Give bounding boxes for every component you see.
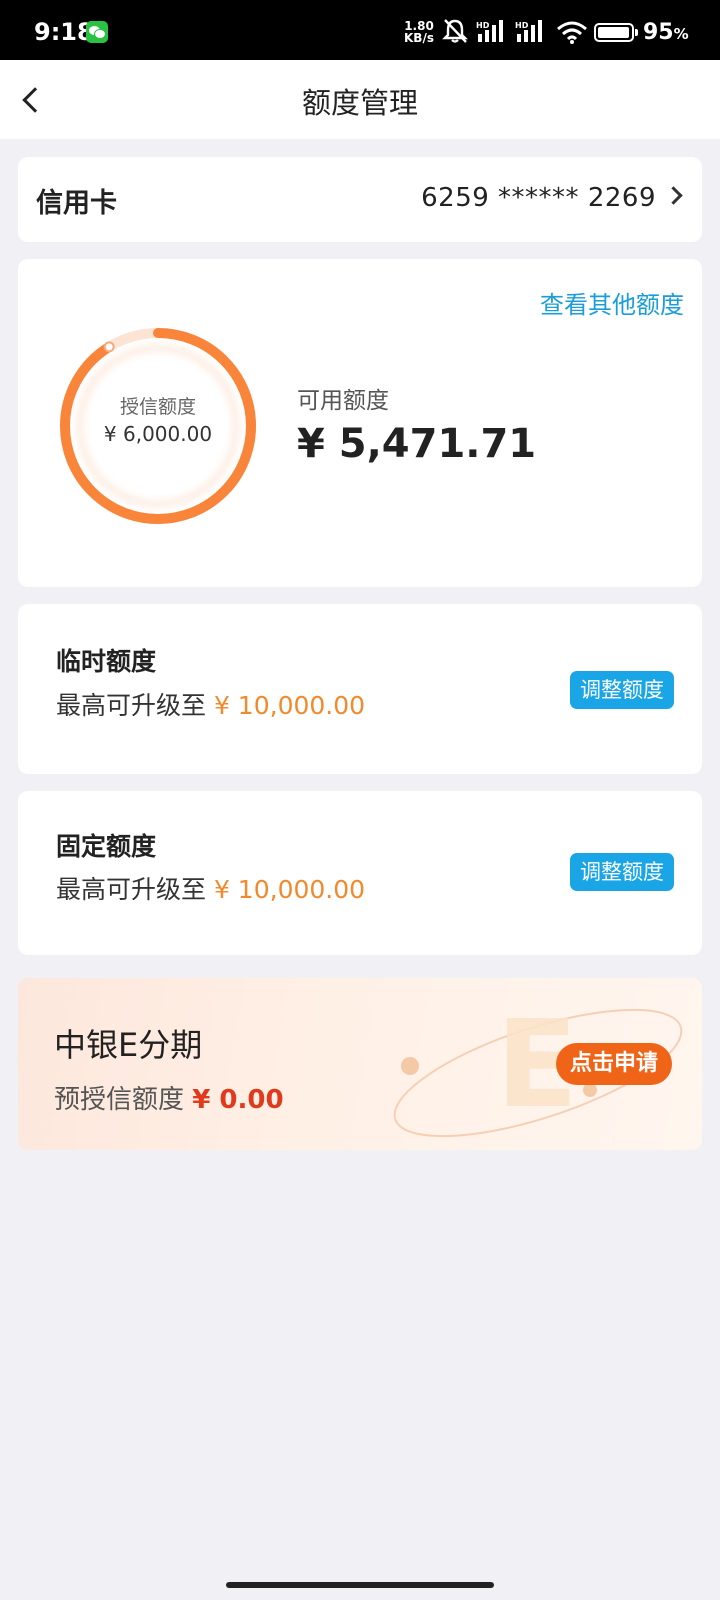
- preapproved-limit: 预授信额度 ¥ 0.00: [54, 1085, 284, 1115]
- temporary-limit-desc: 最高可升级至 ¥ 10,000.00: [56, 691, 366, 720]
- status-bar: 9:18 1.80 KB/s HD HD 95%: [0, 0, 720, 60]
- temporary-limit-amount: ¥ 10,000.00: [213, 691, 366, 720]
- adjust-fixed-limit-button[interactable]: 调整额度: [570, 853, 674, 891]
- page-title: 额度管理: [301, 86, 418, 120]
- fixed-limit-amount: ¥ 10,000.00: [213, 875, 366, 904]
- chevron-right-icon: [664, 186, 683, 205]
- temporary-limit-title: 临时额度: [56, 647, 157, 676]
- fixed-limit-title: 固定额度: [56, 832, 157, 861]
- preapproved-amount: ¥ 0.00: [192, 1085, 284, 1115]
- signal-icon: [517, 20, 542, 42]
- available-limit-value: ¥ 5,471.71: [297, 421, 537, 467]
- granted-limit-value: ¥ 6,000.00: [103, 422, 213, 446]
- installment-promo-card: E 中银E分期 预授信额度 ¥ 0.00 点击申请: [18, 978, 702, 1150]
- ring-progress-dot: [103, 341, 115, 353]
- credit-summary-card: 查看其他额度 授信额度 ¥ 6,000.00 可用额度 ¥ 5,471.71: [18, 259, 702, 587]
- wechat-notification-icon: [86, 21, 108, 43]
- card-number: 6259 ****** 2269: [421, 183, 656, 213]
- card-type-label: 信用卡: [36, 188, 117, 219]
- adjust-temporary-limit-button[interactable]: 调整额度: [570, 671, 674, 709]
- granted-limit-label: 授信额度: [119, 396, 196, 418]
- nav-bar: 额度管理: [0, 60, 720, 139]
- available-limit-label: 可用额度: [297, 388, 389, 414]
- installment-title: 中银E分期: [54, 1026, 203, 1064]
- view-other-limits-link[interactable]: 查看其他额度: [540, 285, 684, 320]
- fixed-limit-card: 固定额度 最高可升级至 ¥ 10,000.00 调整额度: [18, 791, 702, 955]
- fixed-limit-desc: 最高可升级至 ¥ 10,000.00: [56, 875, 366, 904]
- battery-percent: 95%: [643, 20, 689, 45]
- wifi-icon: [557, 21, 587, 44]
- temporary-limit-card: 临时额度 最高可升级至 ¥ 10,000.00 调整额度: [18, 604, 702, 774]
- network-speed-unit: KB/s: [404, 31, 434, 45]
- signal-icon: [478, 20, 503, 42]
- status-time: 9:18: [34, 18, 94, 46]
- card-selector[interactable]: 信用卡 6259 ****** 2269: [18, 157, 702, 242]
- home-indicator[interactable]: [226, 1582, 494, 1588]
- battery-icon: [594, 23, 638, 42]
- mute-bell-icon: [442, 19, 468, 43]
- network-speed: 1.80 KB/s: [402, 20, 436, 44]
- apply-installment-button[interactable]: 点击申请: [555, 1043, 672, 1085]
